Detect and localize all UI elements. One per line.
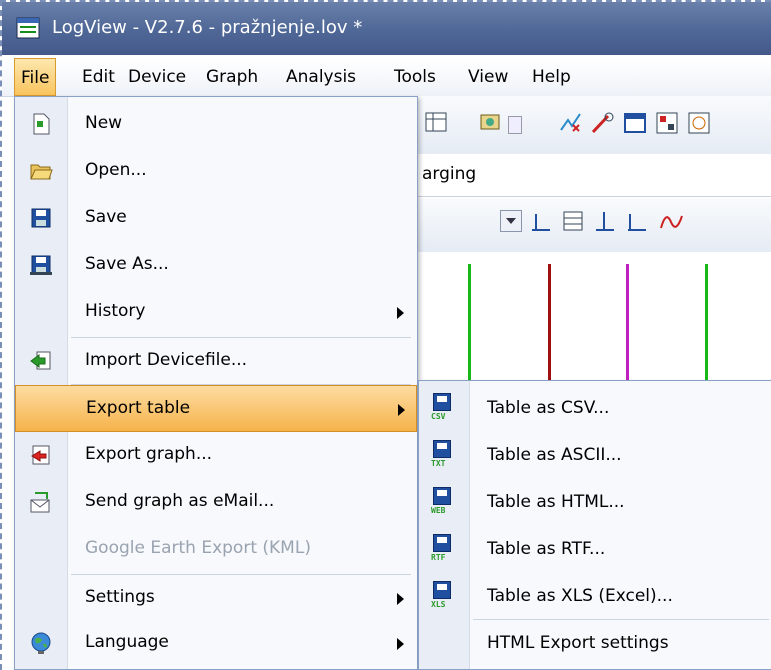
submenu-item-label: Table as HTML... (487, 492, 625, 512)
menu-item-label: Export table (86, 398, 191, 418)
export-table-submenu: CSV Table as CSV... TXT Table as ASCII..… (418, 380, 771, 670)
menu-item-export-graph[interactable]: Export graph... (15, 432, 417, 479)
submenu-item-html-export-settings[interactable]: HTML Export settings (419, 620, 771, 668)
menu-item-send-graph-email[interactable]: Send graph as eMail... (15, 479, 417, 526)
menu-item-save[interactable]: Save (15, 195, 417, 242)
main-toolbar (418, 96, 771, 155)
txt-file-icon: TXT (431, 440, 457, 472)
combo-dropdown-button[interactable] (500, 210, 522, 232)
submenu-arrow-icon (397, 638, 404, 650)
magenta-cursor-line (626, 264, 629, 394)
new-file-icon (33, 113, 50, 135)
grid-icon[interactable] (654, 110, 680, 136)
device-icon[interactable] (478, 110, 504, 136)
axis-xy-icon[interactable] (528, 208, 554, 234)
menu-item-label: Save As... (85, 254, 169, 274)
submenu-item-table-ascii[interactable]: TXT Table as ASCII... (419, 432, 771, 480)
submenu-item-label: Table as ASCII... (487, 445, 622, 465)
graph-title-combo: arging (418, 154, 771, 197)
menu-item-save-as[interactable]: Save As... (15, 242, 417, 289)
submenu-item-label: Table as XLS (Excel)... (487, 586, 673, 606)
submenu-item-table-csv[interactable]: CSV Table as CSV... (419, 385, 771, 433)
menu-analysis[interactable]: Analysis (286, 58, 356, 96)
clock-icon[interactable] (686, 110, 712, 136)
menu-graph[interactable]: Graph (206, 58, 258, 96)
menu-item-label: Send graph as eMail... (85, 491, 275, 511)
submenu-item-label: Table as CSV... (487, 398, 610, 418)
graph-toolbar (418, 198, 771, 253)
axis-table-icon[interactable] (560, 208, 586, 234)
menu-item-google-earth-export: Google Earth Export (KML) (15, 526, 417, 573)
menu-file[interactable]: File (14, 58, 57, 96)
window-title: LogView - V2.7.6 - pražnjenje.lov * (52, 17, 363, 38)
file-menu-dropdown: New Open... Save Save As... History Impo… (14, 96, 418, 670)
menu-item-new[interactable]: New (15, 101, 417, 148)
menu-item-settings[interactable]: Settings (15, 575, 417, 622)
menu-item-label: History (85, 301, 146, 321)
menu-item-open[interactable]: Open... (15, 148, 417, 195)
import-icon (30, 351, 51, 370)
menu-device[interactable]: Device (128, 58, 186, 96)
submenu-item-table-html[interactable]: WEB Table as HTML... (419, 479, 771, 527)
submenu-item-table-rtf[interactable]: RTF Table as RTF... (419, 526, 771, 574)
menu-item-label: Settings (85, 587, 155, 607)
submenu-item-label: Table as RTF... (487, 539, 606, 559)
submenu-item-label: HTML Export settings (487, 633, 669, 653)
menu-tools[interactable]: Tools (394, 58, 436, 96)
dropdown-arrow-icon[interactable] (508, 116, 522, 134)
submenu-arrow-icon (397, 307, 404, 319)
menu-item-label: Export graph... (85, 444, 213, 464)
menu-view[interactable]: View (468, 58, 508, 96)
menu-item-label: Save (85, 207, 127, 227)
cursor-icon[interactable] (558, 110, 584, 136)
curve-icon[interactable] (658, 208, 684, 234)
window-title-bar[interactable]: LogView - V2.7.6 - pražnjenje.lov * (2, 2, 771, 55)
menu-item-label: New (85, 113, 123, 133)
email-icon (30, 492, 50, 513)
menu-item-history[interactable]: History (15, 289, 417, 336)
marker-icon[interactable] (590, 110, 616, 136)
export-graph-icon (31, 445, 50, 465)
globe-icon (31, 632, 51, 654)
csv-file-icon: CSV (431, 393, 457, 425)
window-frame-left (0, 0, 2, 670)
submenu-arrow-icon (398, 404, 405, 416)
menu-item-label: Google Earth Export (KML) (85, 538, 311, 558)
web-file-icon: WEB (431, 487, 457, 519)
menu-help[interactable]: Help (532, 58, 571, 96)
xls-file-icon: XLS (431, 581, 457, 613)
submenu-arrow-icon (397, 593, 404, 605)
green-cursor-line (468, 264, 471, 394)
submenu-item-table-xls[interactable]: XLS Table as XLS (Excel)... (419, 573, 771, 621)
green-cursor-line-2 (705, 264, 708, 394)
window-icon[interactable] (622, 110, 648, 136)
menu-edit[interactable]: Edit (82, 58, 115, 96)
menu-item-import-devicefile[interactable]: Import Devicefile... (15, 338, 417, 385)
axis-dy-icon[interactable] (592, 208, 618, 234)
menu-item-label: Import Devicefile... (85, 350, 248, 370)
menu-item-export-table[interactable]: Export table (15, 385, 417, 432)
app-icon (16, 17, 40, 39)
table-icon[interactable] (424, 110, 450, 136)
axis-min-icon[interactable] (624, 208, 650, 234)
window-frame-top (0, 0, 771, 2)
menu-item-label: Language (85, 632, 169, 652)
menu-bar: File Edit Device Graph Analysis Tools Vi… (2, 58, 771, 97)
menu-item-language[interactable]: Language (15, 620, 417, 667)
menu-item-label: Open... (85, 160, 147, 180)
rtf-file-icon: RTF (431, 534, 457, 566)
floppy-disk-icon (31, 208, 51, 228)
red-cursor-line (548, 264, 551, 394)
floppy-disk-icon (30, 255, 52, 275)
graph-title-text: arging (422, 164, 477, 184)
open-folder-icon (30, 164, 53, 180)
